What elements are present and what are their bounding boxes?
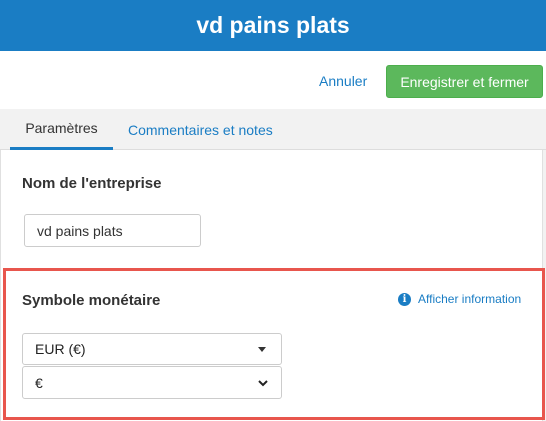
action-bar: Annuler Enregistrer et fermer: [0, 51, 546, 109]
page-title: vd pains plats: [196, 12, 350, 38]
tab-label: Commentaires et notes: [128, 121, 273, 138]
cancel-button[interactable]: Annuler: [319, 73, 367, 89]
company-name-heading: Nom de l'entreprise: [22, 175, 162, 192]
currency-symbol-heading: Symbole monétaire: [22, 292, 161, 309]
currency-select[interactable]: EUR (€): [22, 333, 282, 365]
currency-select-value: EUR (€): [35, 341, 86, 357]
page-header: vd pains plats: [0, 0, 546, 51]
caret-down-icon: [258, 346, 266, 352]
tabs-bar: Paramètres Commentaires et notes: [0, 109, 546, 150]
chevron-down-icon: [258, 379, 268, 386]
show-information-link[interactable]: i Afficher information: [398, 292, 521, 306]
tab-parametres[interactable]: Paramètres: [10, 109, 113, 150]
show-information-label: Afficher information: [418, 292, 522, 306]
company-name-input[interactable]: [24, 214, 201, 247]
save-and-close-button[interactable]: Enregistrer et fermer: [386, 65, 543, 98]
symbol-select[interactable]: €: [22, 366, 282, 399]
symbol-select-value: €: [35, 374, 43, 391]
tab-commentaires-et-notes[interactable]: Commentaires et notes: [128, 109, 273, 150]
settings-card: Nom de l'entreprise Symbole monétaire i …: [0, 150, 545, 421]
info-icon: i: [398, 292, 411, 306]
tab-label: Paramètres: [25, 120, 98, 136]
content-area: Nom de l'entreprise Symbole monétaire i …: [0, 150, 546, 421]
